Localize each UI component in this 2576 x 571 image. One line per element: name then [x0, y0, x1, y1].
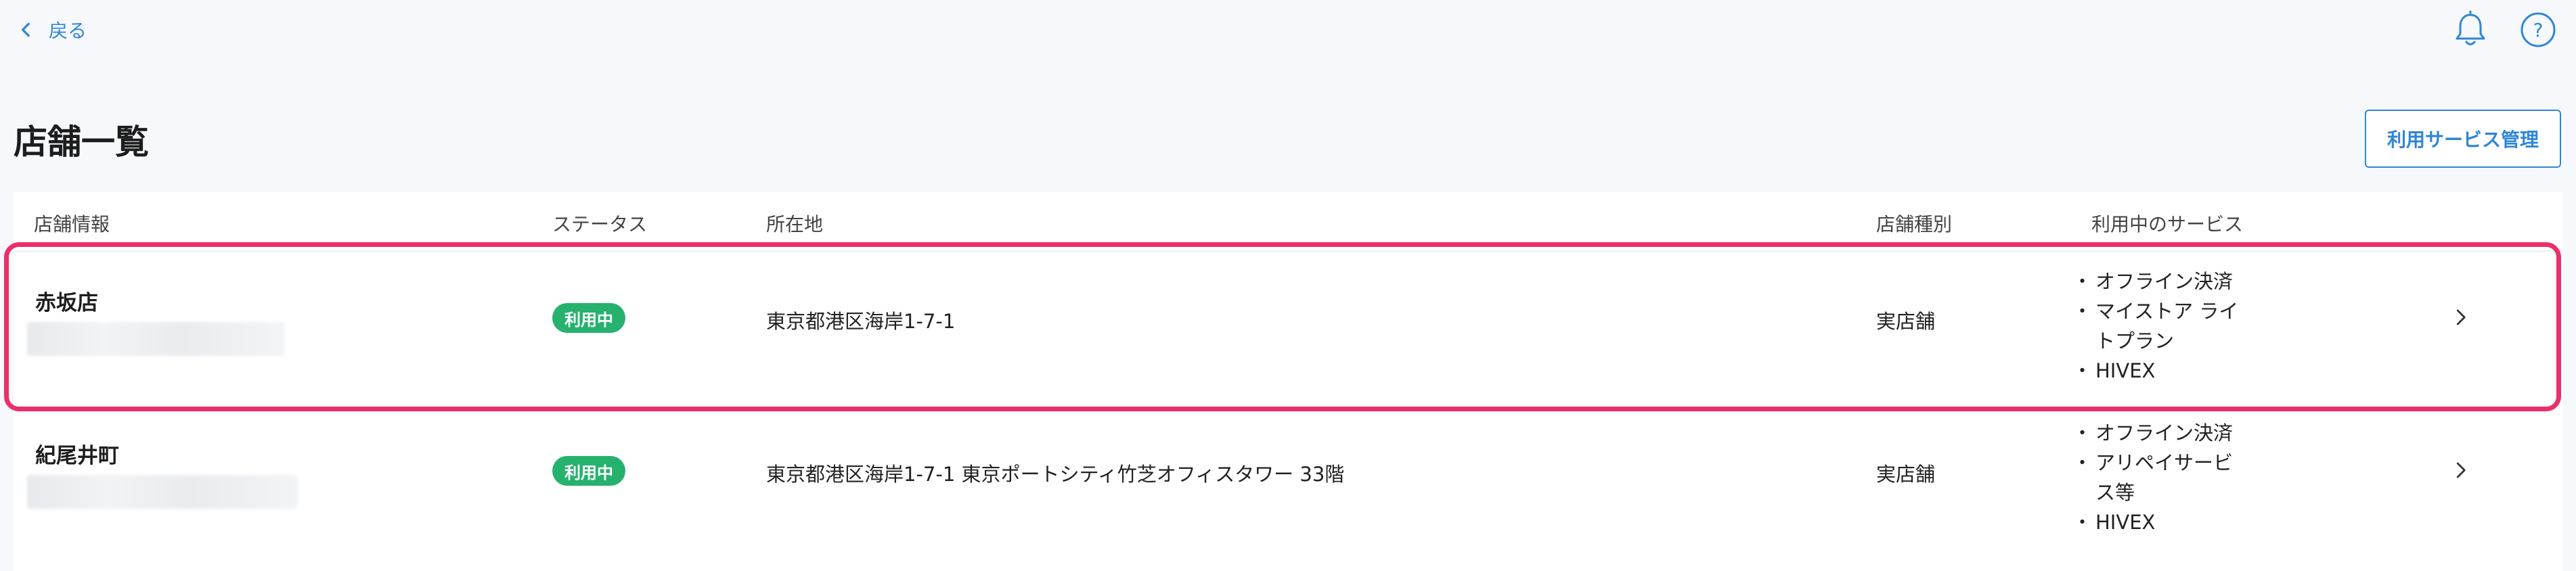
- list-item: HIVEX: [2072, 356, 2238, 386]
- chevron-right-icon[interactable]: [2450, 307, 2470, 327]
- bell-icon[interactable]: [2449, 8, 2492, 51]
- store-type: 実店舗: [1876, 463, 1936, 486]
- list-item: オフライン決済: [2072, 418, 2233, 448]
- service-list: オフライン決済 マイストア ライ トプラン HIVEX: [2072, 267, 2238, 386]
- list-item: トプラン: [2095, 329, 2175, 352]
- page-title: 店舗一覧: [14, 122, 149, 162]
- header-services: 利用中のサービス: [2091, 213, 2244, 235]
- store-id-redacted: [27, 322, 284, 356]
- list-item: アリペイサービ: [2072, 448, 2233, 478]
- top-bar: 戻る ?: [0, 0, 2576, 61]
- list-item: HIVEX: [2072, 507, 2233, 537]
- chevron-left-icon: [21, 22, 30, 37]
- table-row[interactable]: 赤坂店 利用中 東京都港区海岸1-7-1 実店舗 オフライン決済 マイストア ラ…: [14, 252, 2562, 401]
- store-name: 紀尾井町: [35, 444, 119, 468]
- table-header: 店舗情報 ステータス 所在地 店舗種別 利用中のサービス: [14, 192, 2562, 252]
- svg-text:?: ?: [2533, 19, 2544, 41]
- list-item: ス等: [2095, 481, 2135, 504]
- store-table: 店舗情報 ステータス 所在地 店舗種別 利用中のサービス 赤坂店 利用中 東京都…: [14, 192, 2562, 571]
- header-status: ステータス: [552, 213, 648, 235]
- back-label: 戻る: [49, 20, 87, 42]
- help-icon[interactable]: ?: [2516, 8, 2560, 51]
- header-store-type: 店舗種別: [1876, 213, 1953, 235]
- service-list: オフライン決済 アリペイサービ ス等 HIVEX: [2072, 418, 2233, 537]
- service-management-button[interactable]: 利用サービス管理: [2365, 110, 2561, 168]
- store-address: 東京都港区海岸1-7-1 東京ポートシティ竹芝オフィスタワー 33階: [766, 463, 1345, 486]
- chevron-right-icon[interactable]: [2450, 460, 2470, 480]
- store-address: 東京都港区海岸1-7-1: [766, 310, 956, 333]
- table-row[interactable]: 紀尾井町 利用中 東京都港区海岸1-7-1 東京ポートシティ竹芝オフィスタワー …: [14, 403, 2562, 552]
- list-item: オフライン決済: [2072, 267, 2238, 296]
- back-link[interactable]: 戻る: [18, 15, 87, 45]
- store-type: 実店舗: [1876, 310, 1936, 333]
- status-badge: 利用中: [552, 456, 625, 486]
- store-name: 赤坂店: [35, 291, 98, 315]
- header-store-info: 店舗情報: [34, 213, 110, 235]
- header-address: 所在地: [766, 213, 824, 235]
- list-item: マイストア ライ: [2072, 296, 2238, 326]
- store-id-redacted: [27, 475, 298, 509]
- status-badge: 利用中: [552, 303, 625, 333]
